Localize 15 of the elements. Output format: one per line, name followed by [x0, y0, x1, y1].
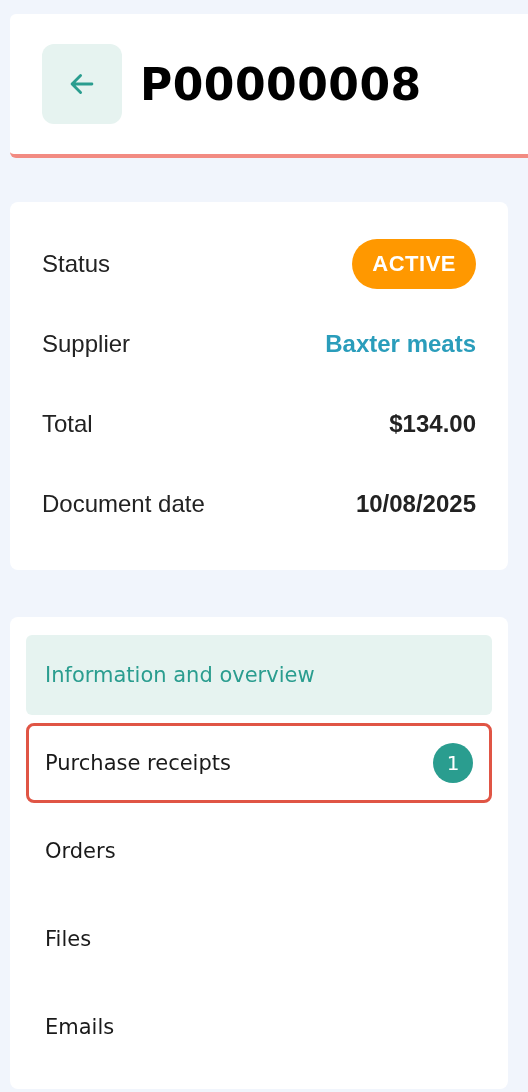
back-button[interactable] [42, 44, 122, 124]
nav-item[interactable]: Purchase receipts 1 [26, 723, 492, 803]
nav-label: Purchase receipts [45, 751, 231, 775]
field-label: Supplier [42, 330, 131, 358]
field-label: Status [42, 250, 111, 278]
field-value: 10/08/2025 [355, 490, 476, 518]
nav-item[interactable]: Files [26, 899, 492, 979]
nav-item[interactable]: Orders [26, 811, 492, 891]
field-label: Document date [42, 490, 205, 518]
count-badge: 1 [433, 743, 473, 783]
nav-item[interactable]: Emails [26, 987, 492, 1067]
page-title: P00000008 [140, 58, 422, 110]
field-value: $134.00 [389, 410, 476, 438]
status-badge: ACTIVE [352, 239, 476, 289]
field-label: Total [42, 410, 93, 438]
